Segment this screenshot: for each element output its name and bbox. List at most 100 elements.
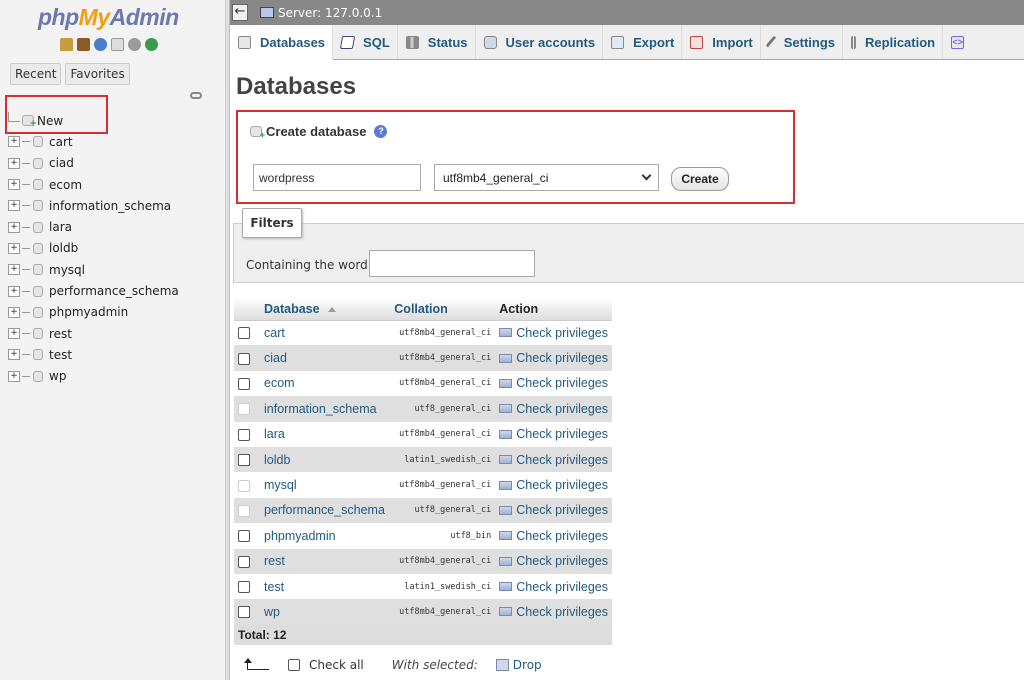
tree-item-lara[interactable]: + lara <box>8 216 179 237</box>
menu-import[interactable]: Import <box>682 25 761 59</box>
database-link[interactable]: performance_schema <box>264 503 385 517</box>
menu-settings[interactable]: Settings <box>761 25 844 59</box>
expand-icon[interactable]: + <box>8 349 20 361</box>
check-privileges-link[interactable]: Check privileges <box>499 478 608 492</box>
check-privileges-link[interactable]: Check privileges <box>499 326 608 340</box>
row-checkbox[interactable] <box>238 581 250 594</box>
tree-item-cart[interactable]: + cart <box>8 131 179 152</box>
check-privileges-link[interactable]: Check privileges <box>499 580 608 594</box>
tree-item-new[interactable]: New <box>8 110 179 131</box>
expand-icon[interactable]: + <box>8 179 20 191</box>
row-checkbox[interactable] <box>238 454 250 467</box>
help-icon[interactable] <box>94 38 107 51</box>
table-row: test latin1_swedish_ci Check privileges <box>234 573 612 600</box>
privileges-icon <box>499 480 513 490</box>
collation-select[interactable]: utf8mb4_general_ci <box>434 164 659 191</box>
database-link[interactable]: wp <box>264 605 280 619</box>
check-all-label[interactable]: Check all <box>309 658 364 672</box>
check-privileges-link[interactable]: Check privileges <box>499 554 608 568</box>
table-row: performance_schema utf8_general_ci Check p… <box>234 497 612 524</box>
row-collation: utf8mb4_general_ci <box>390 548 496 574</box>
row-checkbox[interactable] <box>238 606 250 619</box>
check-privileges-link[interactable]: Check privileges <box>499 427 608 441</box>
menu-replication[interactable]: Replication <box>843 25 944 59</box>
database-link[interactable]: loldb <box>264 453 290 467</box>
collapse-nav-button[interactable]: ← <box>232 4 248 21</box>
row-checkbox[interactable] <box>238 530 250 543</box>
tree-item-information_schema[interactable]: + information_schema <box>8 195 179 216</box>
menu-sql[interactable]: SQL <box>333 25 398 59</box>
menu-export[interactable]: Export <box>603 25 683 59</box>
expand-icon[interactable]: + <box>8 285 20 297</box>
row-checkbox[interactable] <box>238 352 250 365</box>
docs-icon[interactable] <box>111 38 124 51</box>
filter-input[interactable] <box>369 250 535 277</box>
database-link[interactable]: ecom <box>264 376 295 390</box>
check-privileges-link[interactable]: Check privileges <box>499 402 608 416</box>
menu-user-accounts[interactable]: User accounts <box>476 25 604 59</box>
create-button[interactable]: Create <box>671 167 729 191</box>
check-privileges-link[interactable]: Check privileges <box>499 503 608 517</box>
database-link[interactable]: cart <box>264 326 285 340</box>
tree-item-phpmyadmin[interactable]: + phpmyadmin <box>8 302 179 323</box>
phpmyadmin-logo[interactable]: phpMyAdmin <box>38 4 179 31</box>
database-icon <box>33 221 43 233</box>
drop-button[interactable]: Drop <box>513 658 542 672</box>
server-breadcrumb[interactable]: Server: 127.0.0.1 <box>278 6 382 20</box>
database-link[interactable]: mysql <box>264 478 297 492</box>
database-name-input[interactable] <box>253 164 421 191</box>
link-icon[interactable] <box>190 92 202 99</box>
tree-item-test[interactable]: + test <box>8 344 179 365</box>
menu-databases[interactable]: Databases <box>230 25 334 60</box>
expand-icon[interactable]: + <box>8 157 20 169</box>
tab-recent[interactable]: Recent <box>10 63 62 85</box>
database-link[interactable]: rest <box>264 554 285 568</box>
tree-db-list: + cart + ciad + ecom + information_schema + lara +… <box>8 131 179 387</box>
row-checkbox[interactable] <box>238 428 250 441</box>
reload-icon[interactable] <box>145 38 158 51</box>
expand-icon[interactable]: + <box>8 136 20 148</box>
check-privileges-link[interactable]: Check privileges <box>499 529 608 543</box>
expand-icon[interactable]: + <box>8 306 20 318</box>
row-checkbox[interactable] <box>238 377 250 390</box>
check-privileges-link[interactable]: Check privileges <box>499 351 608 365</box>
check-privileges-link[interactable]: Check privileges <box>499 605 608 619</box>
tree-item-rest[interactable]: + rest <box>8 323 179 344</box>
tree-item-wp[interactable]: + wp <box>8 366 179 387</box>
tree-item-performance_schema[interactable]: + performance_schema <box>8 280 179 301</box>
database-icon <box>33 349 43 361</box>
tree-item-mysql[interactable]: + mysql <box>8 259 179 280</box>
gear-icon[interactable] <box>128 38 141 51</box>
expand-icon[interactable]: + <box>8 221 20 233</box>
tree-item-ecom[interactable]: + ecom <box>8 174 179 195</box>
check-privileges-link[interactable]: Check privileges <box>499 453 608 467</box>
table-body: cart utf8mb4_general_ci Check privileges ci… <box>234 320 612 645</box>
logo-php: php <box>38 4 79 30</box>
check-all-checkbox[interactable] <box>288 659 300 671</box>
expand-icon[interactable]: + <box>8 200 20 212</box>
database-link[interactable]: test <box>264 580 284 594</box>
menu-more[interactable]: <> <box>943 25 980 59</box>
expand-icon[interactable]: + <box>8 370 20 382</box>
tab-favorites[interactable]: Favorites <box>65 63 130 85</box>
main-content: Databases Create database ? utf8mb4_gene… <box>230 60 1024 680</box>
database-link[interactable]: ciad <box>264 351 287 365</box>
check-privileges-link[interactable]: Check privileges <box>499 376 608 390</box>
menu-status[interactable]: Status <box>398 25 476 59</box>
header-collation[interactable]: Collation <box>390 298 496 321</box>
database-link[interactable]: information_schema <box>264 402 377 416</box>
row-checkbox[interactable] <box>238 555 250 568</box>
database-link[interactable]: phpmyadmin <box>264 529 336 543</box>
home-icon[interactable] <box>60 38 73 51</box>
row-checkbox-cell <box>234 421 260 447</box>
logout-icon[interactable] <box>77 38 90 51</box>
help-icon[interactable]: ? <box>374 125 388 138</box>
tree-item-loldb[interactable]: + loldb <box>8 238 179 259</box>
expand-icon[interactable]: + <box>8 264 20 276</box>
row-checkbox[interactable] <box>238 327 250 340</box>
tree-item-ciad[interactable]: + ciad <box>8 153 179 174</box>
header-database[interactable]: Database <box>260 298 391 321</box>
database-link[interactable]: lara <box>264 427 285 441</box>
expand-icon[interactable]: + <box>8 242 20 254</box>
expand-icon[interactable]: + <box>8 328 20 340</box>
